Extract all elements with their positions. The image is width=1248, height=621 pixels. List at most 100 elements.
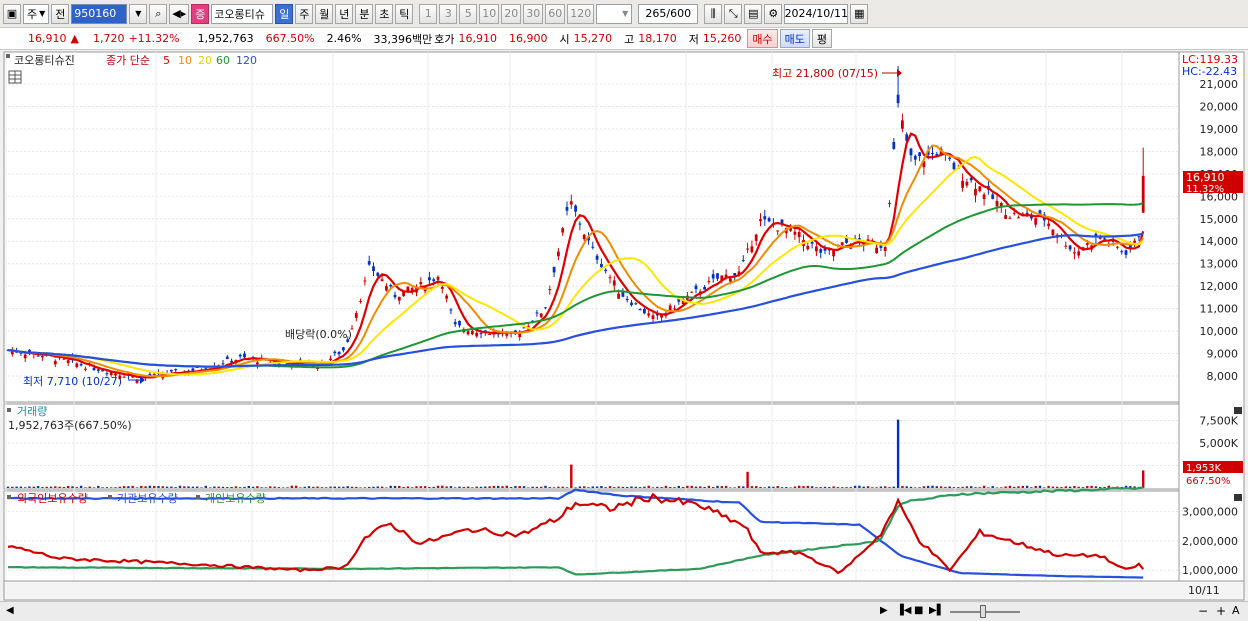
code-dropdown-icon[interactable]: ▼ xyxy=(129,3,148,24)
candle-body xyxy=(1047,223,1050,227)
eval-button[interactable]: 평 xyxy=(811,29,833,48)
interval-1[interactable]: 1 xyxy=(419,3,438,24)
interval-10[interactable]: 10 xyxy=(479,3,500,24)
zoom-slider-handle[interactable] xyxy=(980,605,986,618)
volume-bar xyxy=(548,487,551,488)
hc-value: HC:-22.43 xyxy=(1182,65,1237,78)
candle-type-icon[interactable]: ⫼ xyxy=(704,3,723,24)
volume-bar xyxy=(140,485,143,488)
candle-body xyxy=(750,246,754,253)
volume-bar xyxy=(419,486,422,488)
volume-bar xyxy=(570,464,573,488)
candle-body xyxy=(449,309,453,311)
volume-bar xyxy=(660,487,663,488)
holder-panel-close-icon[interactable] xyxy=(1234,494,1242,501)
volume-bar xyxy=(763,487,766,488)
interval-3[interactable]: 3 xyxy=(439,3,458,24)
period-year[interactable]: 년 xyxy=(335,3,354,24)
volume-bar xyxy=(767,486,771,488)
chart-area[interactable]: 21,00020,00019,00018,00017,00016,00015,0… xyxy=(0,51,1248,601)
volume-bar xyxy=(737,486,741,488)
volume-bar xyxy=(552,487,556,488)
font-size-icon[interactable]: A xyxy=(1232,604,1240,617)
nav-stop-icon[interactable]: ■ xyxy=(914,605,923,616)
layout-icon[interactable]: ▣ xyxy=(3,3,21,24)
code-input[interactable]: 950160 xyxy=(71,3,128,24)
sell-button[interactable]: 매도 xyxy=(779,29,810,48)
volume-bar xyxy=(1013,486,1016,488)
candle-body xyxy=(909,148,913,156)
volume-bar xyxy=(49,486,53,488)
candle-body xyxy=(1137,236,1141,238)
volume-bar xyxy=(127,486,130,488)
candle-body xyxy=(466,331,470,335)
nav-last-icon[interactable]: ▶▌ xyxy=(929,605,944,616)
speaker-icon[interactable]: ◀▸ xyxy=(169,3,190,24)
volume-bar xyxy=(1047,485,1050,488)
volume-bar xyxy=(1103,486,1106,488)
interval-5[interactable]: 5 xyxy=(459,3,478,24)
period-second[interactable]: 초 xyxy=(375,3,394,24)
scroll-bar[interactable]: ◀ ▶ ▐◀ ■ ▶▌ − + A xyxy=(0,601,1248,621)
volume-bar xyxy=(853,485,857,488)
volume-bar xyxy=(122,486,126,488)
volume-bar xyxy=(187,486,190,488)
volume-bar xyxy=(1094,486,1098,488)
calendar-icon[interactable]: ▦ xyxy=(850,3,869,24)
candle-body xyxy=(995,200,999,207)
volume-bar xyxy=(759,486,762,488)
save-icon[interactable]: ▤ xyxy=(744,3,763,24)
period-minute[interactable]: 분 xyxy=(355,3,374,24)
volume-bar xyxy=(952,487,956,488)
volume-bar xyxy=(1004,486,1007,488)
count-field[interactable]: 265/600 xyxy=(638,3,699,24)
price-label: 11,000 xyxy=(1200,303,1239,316)
candle-body xyxy=(36,355,40,357)
volume-bar xyxy=(909,486,913,488)
price-label: 19,000 xyxy=(1200,123,1239,136)
market-select[interactable]: 주 ▼ xyxy=(23,3,50,24)
period-day[interactable]: 일 xyxy=(275,3,294,24)
search-icon[interactable]: ⌕ xyxy=(149,3,168,24)
interval-120[interactable]: 120 xyxy=(567,3,595,24)
candle-body xyxy=(1077,251,1081,256)
candle-body xyxy=(707,281,711,283)
volume-bar xyxy=(669,487,672,488)
interval-60[interactable]: 60 xyxy=(545,3,566,24)
volume-bar xyxy=(157,485,160,488)
zoom-in-icon[interactable]: + xyxy=(1216,604,1226,618)
gear-icon[interactable]: ⚙ xyxy=(764,3,783,24)
interval-20[interactable]: 20 xyxy=(501,3,522,24)
interval-30[interactable]: 30 xyxy=(523,3,544,24)
period-week[interactable]: 주 xyxy=(295,3,314,24)
volume-bar xyxy=(729,487,732,488)
volume-bar xyxy=(828,487,831,488)
crosshair-icon[interactable]: ⤡ xyxy=(724,3,743,24)
scroll-right-icon[interactable]: ▶ xyxy=(880,605,888,616)
candle-body xyxy=(397,296,401,301)
volume-bar xyxy=(720,486,723,488)
volume-bar xyxy=(191,486,195,488)
zoom-out-icon[interactable]: − xyxy=(1198,604,1208,618)
volume-bar xyxy=(871,487,874,488)
candle-body xyxy=(1073,252,1076,254)
period-tick[interactable]: 틱 xyxy=(395,3,414,24)
volume-panel-close-icon[interactable] xyxy=(1234,407,1242,414)
prev-button[interactable]: 전 xyxy=(51,3,70,24)
volume-bar xyxy=(423,486,427,488)
interval-custom-select[interactable]: ▼ xyxy=(596,3,633,24)
date-field[interactable]: 2024/10/11 xyxy=(784,3,849,24)
volume-bar xyxy=(1073,486,1076,488)
volume-bar xyxy=(664,485,668,488)
scroll-left-icon[interactable]: ◀ xyxy=(6,605,14,616)
buy-button[interactable]: 매수 xyxy=(747,29,778,48)
holder-label: 3,000,000 xyxy=(1182,506,1238,519)
volume-bar xyxy=(1068,486,1072,488)
period-month[interactable]: 월 xyxy=(315,3,334,24)
nav-first-icon[interactable]: ▐◀ xyxy=(896,605,911,616)
candle-body xyxy=(668,305,672,311)
candle-body xyxy=(333,351,337,354)
candle-body xyxy=(991,194,995,199)
volume-bar xyxy=(922,486,926,488)
volume-bar xyxy=(118,486,121,488)
